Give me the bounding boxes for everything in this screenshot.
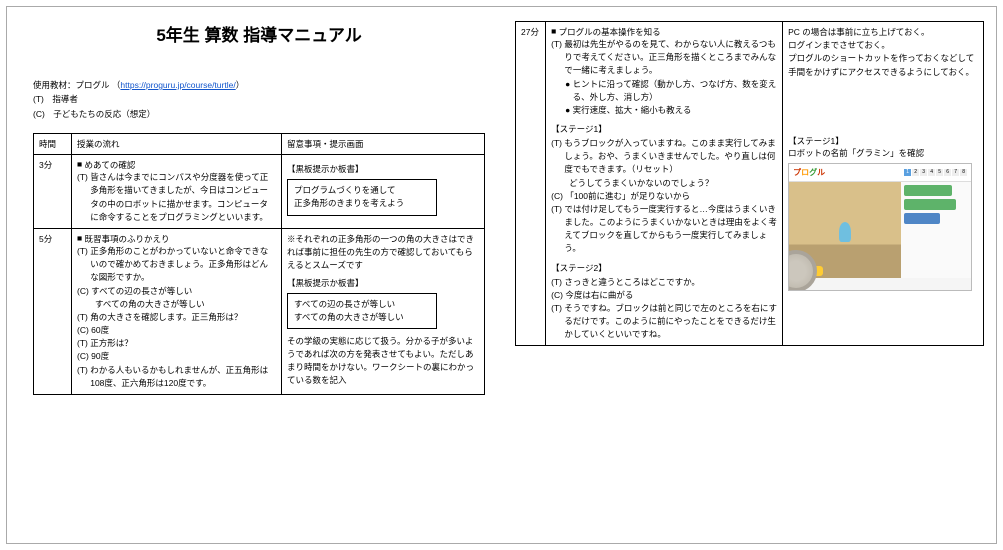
stage1-label: 【ステージ1】 [551, 123, 777, 135]
flow-line: 皆さんは今までにコンパスや分度器を使って正多角形を描いてきましたが、今日はコンピ… [90, 171, 276, 224]
cell-flow: プログルの基本操作を知る 最初は先生がやるのを見て、わからない人に教えるつもりで… [546, 22, 783, 346]
flow-line: どうしてうまくいかないのでしょう？ [569, 177, 713, 190]
flow-line: 今度は右に曲がる [565, 289, 633, 302]
role-t: (T) 指導者 [33, 92, 485, 106]
robot-icon [839, 222, 851, 242]
code-block [904, 213, 940, 224]
stage2-label: 【ステージ2】 [551, 262, 777, 274]
flow-line: では付け足してもう一度実行すると…今度はうまくいきました。このようにうまくいかな… [564, 203, 777, 256]
flow-line: 角の大きさを確認します。正三角形は？ [90, 311, 242, 324]
flow-line: ヒントに沿って確認（動かし方、つなげ方、数を変える、外し方、消し方） [573, 78, 778, 104]
cell-notes: ※それぞれの正多角形の一つの角の大きさはできれば事前に担任の先生の方で確認してお… [282, 229, 485, 395]
th-time: 時間 [34, 134, 72, 155]
stage-indicator: 12345678 [904, 169, 967, 176]
right-stage1-label: 【ステージ1】 [788, 135, 978, 147]
proguru-logo: プログル [793, 167, 825, 178]
board-box: プログラムづくりを通して 正多角形のきまりを考えよう [287, 179, 437, 215]
flow-heading: プログルの基本操作を知る [551, 26, 777, 38]
board-label: 【黒板提示か板書】 [287, 277, 479, 289]
flow-line: 90度 [91, 350, 109, 363]
note-line: PC の場合は事前に立ち上げておく。 [788, 26, 978, 39]
materials-label: 使用教材：プログル [33, 80, 110, 90]
flow-heading: 既習事項のふりかえり [77, 233, 276, 245]
flow-line: 最初は先生がやるのを見て、わからない人に教えるつもりで考えてください。正三角形を… [564, 38, 777, 78]
flow-line: さっきと違うところはどこですか。 [564, 276, 700, 289]
flow-line: 「100前に進む」が足りないから [565, 190, 690, 203]
flow-line: そうですね。ブロックは前と同じで左のところを右にするだけです。このように前にやっ… [564, 302, 777, 342]
post-note: その学級の実態に応じて扱う。分かる子が多いようであれば次の方を発表させてもよい。… [287, 335, 479, 388]
run-button [793, 266, 823, 276]
code-block [904, 185, 952, 196]
table-row: 5分 既習事項のふりかえり 正多角形のことがわかっていないと命令できないので確か… [34, 229, 485, 395]
cell-notes: 【黒板提示か板書】 プログラムづくりを通して 正多角形のきまりを考えよう [282, 155, 485, 229]
flow-line: 60度 [91, 324, 109, 337]
th-flow: 授業の流れ [72, 134, 282, 155]
table-row: 3分 めあての確認 皆さんは今までにコンパスや分度器を使って正多角形を描いてきま… [34, 155, 485, 229]
cell-time: 3分 [34, 155, 72, 229]
flow-line: 実行速度、拡大・縮小も教える [573, 104, 692, 117]
lesson-table-1: 時間 授業の流れ 留意事項・提示画面 3分 めあての確認 皆さんは今までにコンパ… [33, 133, 485, 395]
materials-link[interactable]: https://proguru.jp/course/turtle/ [120, 80, 235, 90]
cell-time: 5分 [34, 229, 72, 395]
cell-flow: めあての確認 皆さんは今までにコンパスや分度器を使って正多角形を描いてきましたが… [72, 155, 282, 229]
flow-line: わかる人もいるかもしれませんが、正五角形は108度、正六角形は120度です。 [90, 364, 276, 390]
board-line: すべての辺の長さが等しい [294, 298, 430, 311]
cell-time: 27分 [516, 22, 546, 346]
table-row: 27分 プログルの基本操作を知る 最初は先生がやるのを見て、わからない人に教える… [516, 22, 984, 346]
turtle-canvas [789, 182, 901, 278]
board-box: すべての辺の長さが等しい すべての角の大きさが等しい [287, 293, 437, 329]
flow-line: すべての角の大きさが等しい [95, 298, 205, 311]
page-title: 5年生 算数 指導マニュアル [33, 21, 485, 46]
cell-notes: PC の場合は事前に立ち上げておく。 ログインまでさせておく。 プログルのショー… [783, 22, 984, 346]
right-stage1-caption: ロボットの名前「グラミン」を確認 [788, 147, 978, 159]
flow-line: もうブロックが入っていますね。このまま実行してみましょう。おや、うまくいきません… [564, 137, 777, 177]
cell-flow: 既習事項のふりかえり 正多角形のことがわかっていないと命令できないので確かめてお… [72, 229, 282, 395]
block-palette [901, 182, 971, 278]
materials-meta: 使用教材：プログル （https://proguru.jp/course/tur… [33, 78, 485, 121]
note-line: ログインまでさせておく。 [788, 39, 978, 52]
board-line: すべての角の大きさが等しい [294, 311, 430, 324]
flow-heading: めあての確認 [77, 159, 276, 171]
flow-line: 正方形は？ [90, 337, 133, 350]
role-c: (C) 子どもたちの反応（想定） [33, 107, 485, 121]
note-line: プログルのショートカットを作っておくなどして手間をかけずにアクセスできるようにし… [788, 52, 978, 78]
lesson-table-2: 27分 プログルの基本操作を知る 最初は先生がやるのを見て、わからない人に教える… [515, 21, 984, 346]
pre-note: ※それぞれの正多角形の一つの角の大きさはできれば事前に担任の先生の方で確認してお… [287, 233, 479, 273]
board-label: 【黒板提示か板書】 [287, 163, 479, 175]
flow-line: すべての辺の長さが等しい [91, 285, 192, 298]
proguru-screenshot: プログル 12345678 [788, 163, 972, 291]
flow-line: 正多角形のことがわかっていないと命令できないので確かめておきましょう。正多角形は… [90, 245, 276, 285]
board-line: 正多角形のきまりを考えよう [294, 197, 430, 210]
code-block [904, 199, 956, 210]
board-line: プログラムづくりを通して [294, 184, 430, 197]
th-notes: 留意事項・提示画面 [282, 134, 485, 155]
